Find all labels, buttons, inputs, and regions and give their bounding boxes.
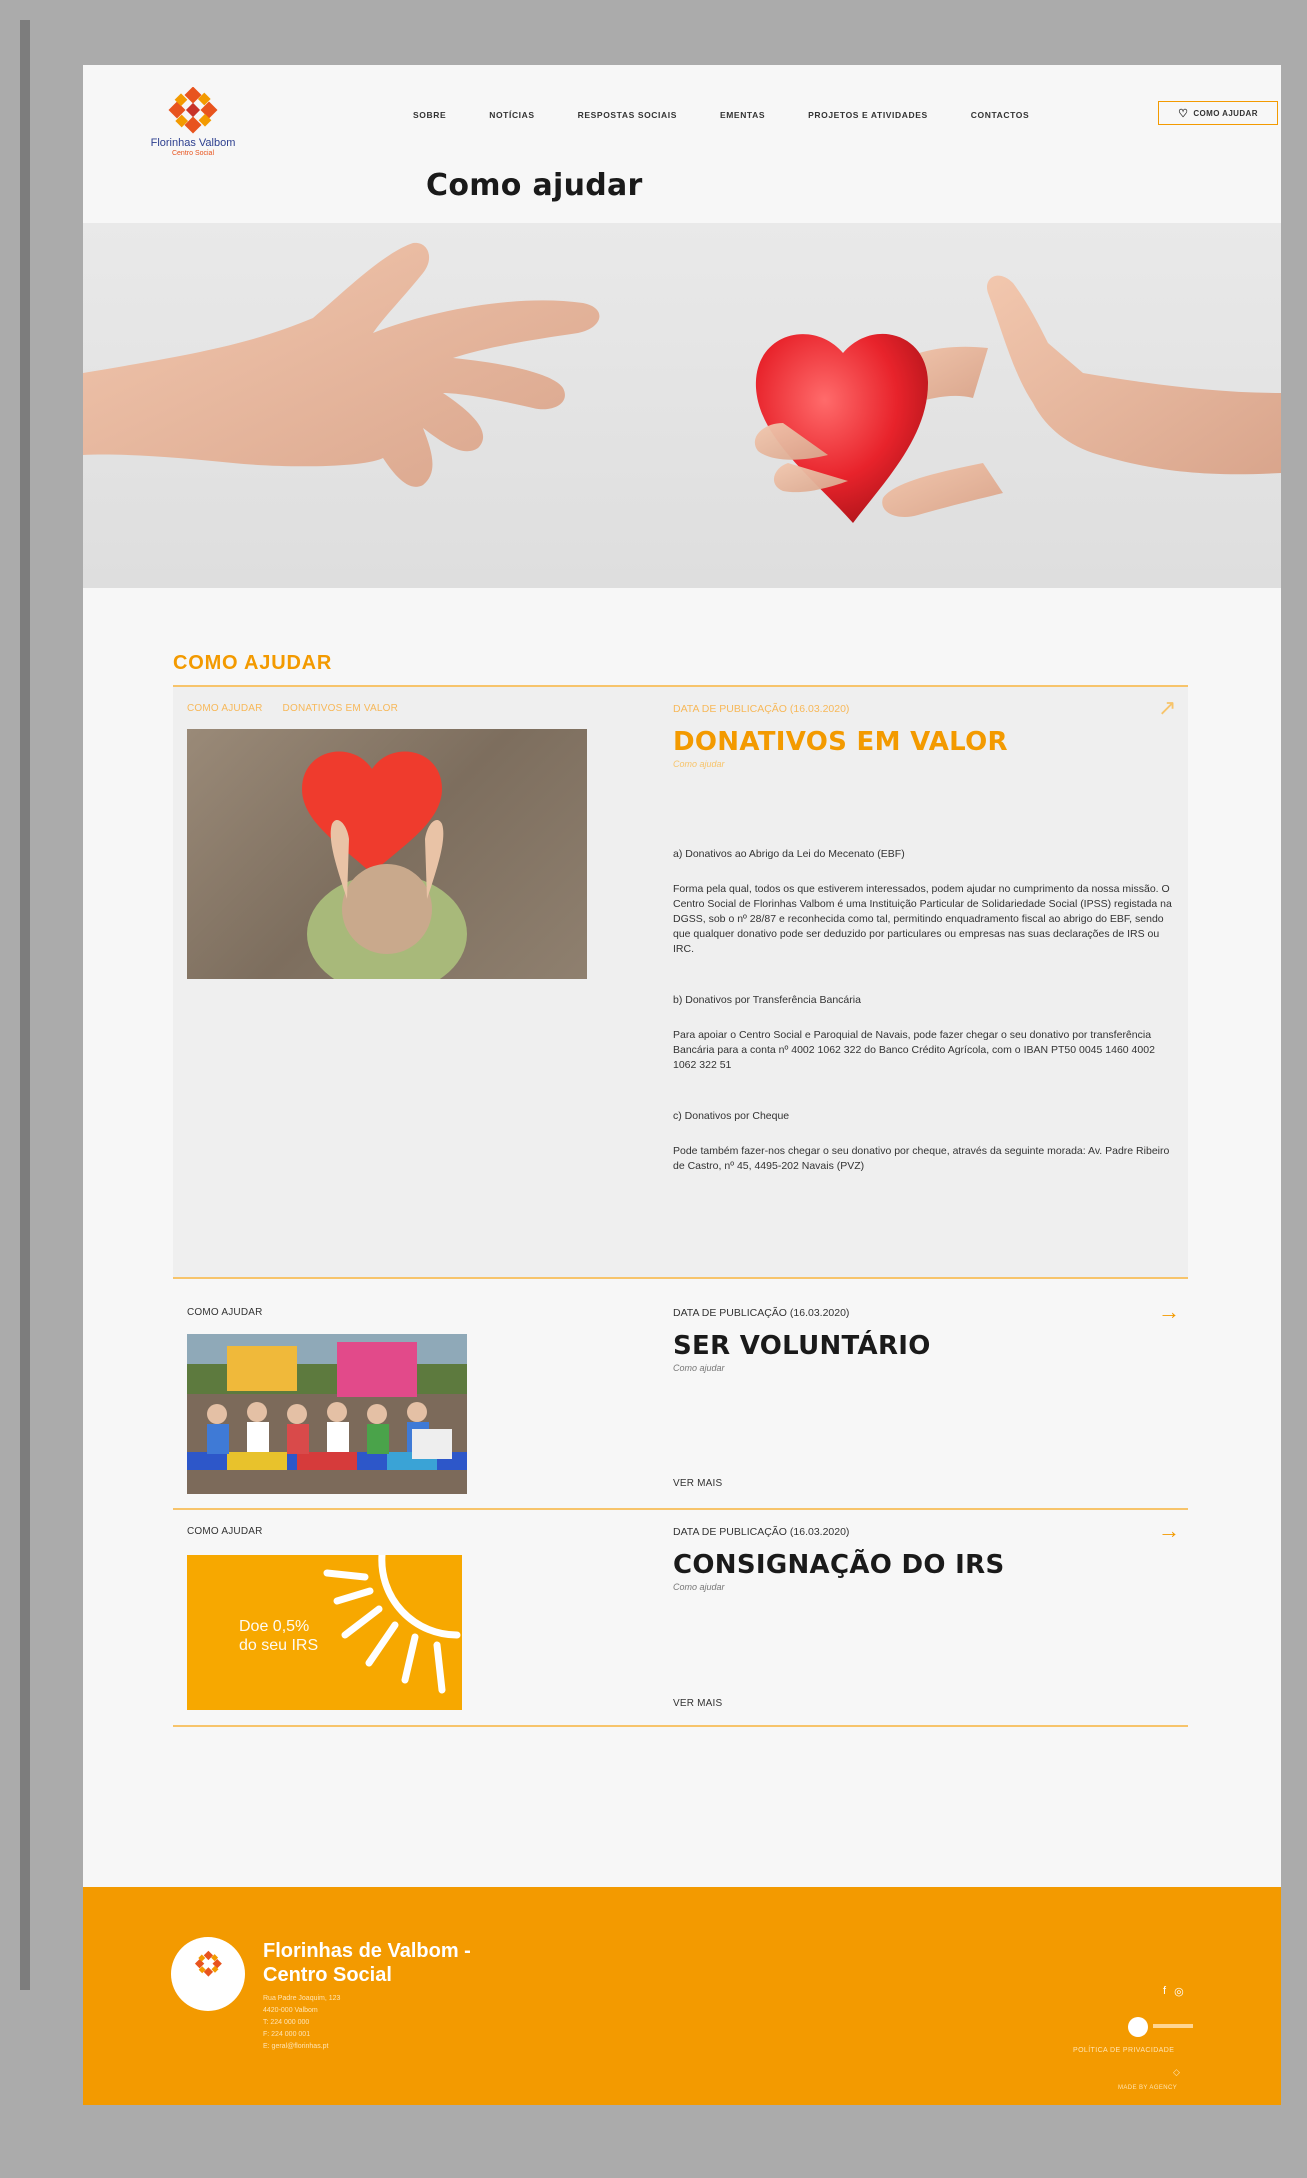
see-more-link[interactable]: VER MAIS [673,1698,722,1709]
address-line: T: 224 000 000 [263,2019,310,2026]
post-card[interactable]: COMO AJUDAR DATA DE PUBLICAÇÃO (16.03.20… [173,1279,1188,1508]
irs-image-text: do seu IRS [239,1637,319,1654]
footer-logo[interactable] [171,1937,245,2011]
category-tag[interactable]: DONATIVOS EM VALOR [283,703,398,714]
address-line: E: geral@florinhas.pt [263,2043,329,2050]
see-more-link[interactable]: VER MAIS [673,1478,722,1489]
post-title[interactable]: SER VOLUNTÁRIO [673,1331,931,1361]
heart-icon: ♡ [1178,107,1189,120]
how-to-help-button[interactable]: ♡ COMO AJUDAR [1158,101,1278,125]
external-arrow-icon[interactable]: ↗ [1158,695,1176,721]
post-title[interactable]: CONSIGNAÇÃO DO IRS [673,1550,1004,1580]
footer-address: Rua Padre Joaquim, 123 4420-000 Valbom T… [263,1993,340,2053]
logo-subtitle: Centro Social [171,150,215,157]
partner-logo[interactable] [1128,2017,1148,2037]
logo[interactable]: Florinhas Valbom Centro Social [143,87,243,162]
credit-text: MADE BY AGENCY [1118,2085,1178,2091]
footer: Florinhas de Valbom - Centro Social Rua … [83,1887,1281,2105]
social-links: f ◎ [1163,1985,1184,1998]
footer-name-line: Florinhas de Valbom - [263,1940,471,1962]
featured-subtitle: Como ajudar [673,759,725,769]
nav-item-projetos[interactable]: PROJETOS E ATIVIDADES [808,110,928,120]
section-title: COMO AJUDAR [173,652,333,674]
footer-name-line: Centro Social [263,1964,392,1986]
nav-item-noticias[interactable]: NOTÍCIAS [489,110,534,120]
footer-name: Florinhas de Valbom - Centro Social [263,1939,523,1987]
paragraph: Pode também fazer-nos chegar o seu donat… [673,1145,1170,1172]
post-card[interactable]: COMO AJUDAR Doe 0,5% do seu IRS DATA DE … [173,1510,1188,1725]
sun-icon [323,1555,461,1694]
paragraph: Forma pela qual, todos os que estiverem … [673,883,1172,955]
post-date: DATA DE PUBLICAÇÃO (16.03.2020) [673,1307,850,1319]
privacy-policy-link[interactable]: POLÍTICA DE PRIVACIDADE [1073,2047,1174,2054]
featured-body: a) Donativos ao Abrigo da Lei do Mecenat… [673,847,1178,1174]
arrow-right-icon[interactable]: → [1158,1299,1180,1325]
instagram-icon[interactable]: ◎ [1174,1985,1184,1998]
featured-card[interactable]: COMO AJUDAR DONATIVOS EM VALOR DATA DE P… [173,687,1188,1277]
arrow-right-icon[interactable]: → [1158,1518,1180,1544]
paragraph-title: a) Donativos ao Abrigo da Lei do Mecenat… [673,848,905,860]
page-title: Como ajudar [426,168,643,203]
paragraph-title: b) Donativos por Transferência Bancária [673,994,861,1006]
address-line: 4420-000 Valbom [263,2007,318,2014]
paragraph: Para apoiar o Centro Social e Paroquial … [673,1029,1155,1071]
category-tag[interactable]: COMO AJUDAR [187,1526,263,1537]
left-strip [20,20,30,1990]
nav-item-contactos[interactable]: CONTACTOS [971,110,1029,120]
nav-item-sobre[interactable]: SOBRE [413,110,446,120]
featured-categories: COMO AJUDAR DONATIVOS EM VALOR [187,703,398,714]
volunteers-photo [187,1334,467,1494]
post-subtitle: Como ajudar [673,1582,725,1592]
partner-logo-text [1153,2024,1193,2028]
address-line: Rua Padre Joaquim, 123 [263,1995,341,2002]
main-nav: SOBRE NOTÍCIAS RESPOSTAS SOCIAIS EMENTAS… [413,101,1278,125]
arrow-up-icon[interactable]: ◇ [1173,2067,1180,2078]
nav-item-ementas[interactable]: EMENTAS [720,110,765,120]
logo-flower-icon [168,87,218,134]
category-tag[interactable]: COMO AJUDAR [187,703,263,714]
category-tag[interactable]: COMO AJUDAR [187,1307,263,1318]
how-to-help-label: COMO AJUDAR [1193,108,1258,118]
featured-image [187,729,587,979]
post-subtitle: Como ajudar [673,1363,725,1373]
address-line: F: 224 000 001 [263,2031,311,2038]
featured-title[interactable]: DONATIVOS EM VALOR [673,727,1008,757]
card-divider [173,1725,1188,1727]
hero-image [83,223,1281,588]
nav-item-respostas-sociais[interactable]: RESPOSTAS SOCIAIS [578,110,677,120]
logo-flower-icon [194,1950,222,1977]
post-date: DATA DE PUBLICAÇÃO (16.03.2020) [673,1526,850,1538]
paragraph-title: c) Donativos por Cheque [673,1110,790,1122]
facebook-icon[interactable]: f [1163,1985,1166,1998]
page: Florinhas Valbom Centro Social SOBRE NOT… [83,65,1281,2105]
post-image [187,1334,467,1494]
logo-name: Florinhas Valbom [150,137,236,149]
featured-date: DATA DE PUBLICAÇÃO (16.03.2020) [673,703,850,715]
hands-heart-illustration [83,242,1281,523]
irs-image-text: Doe 0,5% [239,1618,310,1635]
post-image: Doe 0,5% do seu IRS [187,1555,462,1710]
child-heart-photo [302,751,467,979]
